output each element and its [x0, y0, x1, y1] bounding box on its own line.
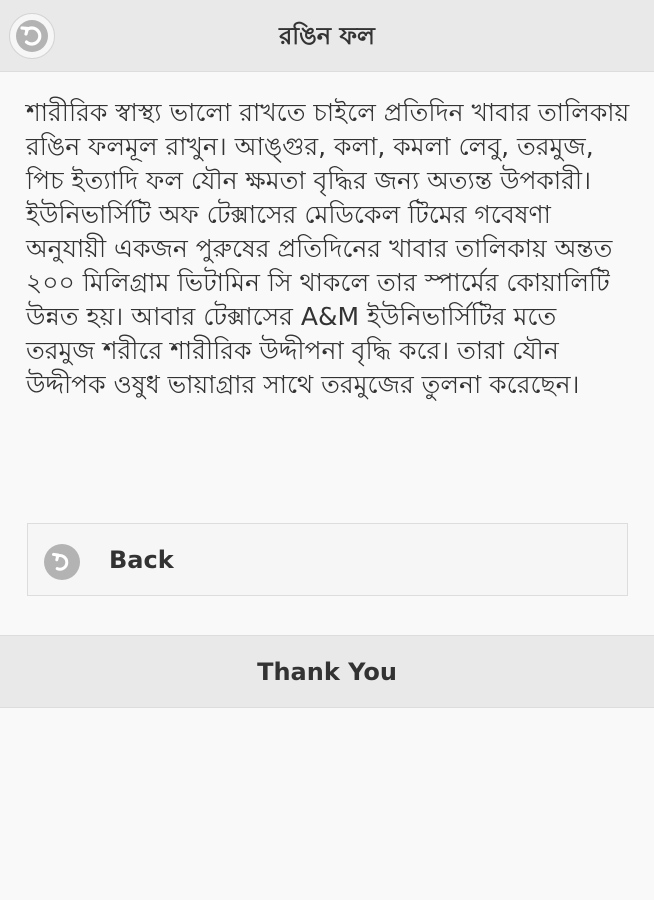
back-arrow-icon: [52, 552, 69, 571]
back-button[interactable]: Back: [27, 523, 628, 596]
back-arrow-icon: [20, 26, 42, 46]
article-text: শারীরিক স্বাস্থ্য ভালো রাখতে চাইলে প্রতি…: [26, 98, 630, 399]
back-button-label: Back: [109, 546, 174, 574]
page-title: রঙিন ফল: [279, 22, 375, 50]
header-back-button[interactable]: [9, 13, 55, 59]
footer-bar: Thank You: [0, 635, 654, 708]
header-bar: রঙিন ফল: [0, 0, 654, 72]
main-content: শারীরিক স্বাস্থ্য ভালো রাখতে চাইলে প্রতি…: [26, 96, 630, 402]
footer-title: Thank You: [257, 658, 397, 686]
back-button-icon: [44, 544, 80, 580]
